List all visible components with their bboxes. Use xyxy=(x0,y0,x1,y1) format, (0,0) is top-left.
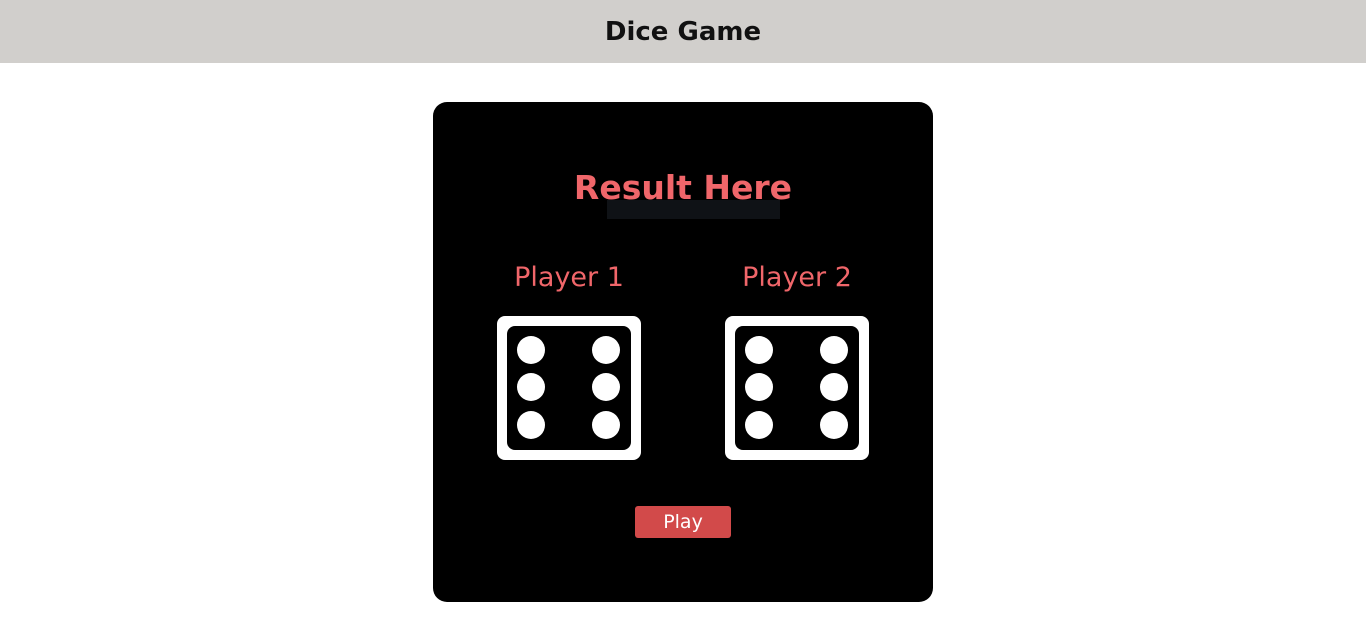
die-pip xyxy=(592,373,620,401)
play-button[interactable]: Play xyxy=(635,506,731,538)
game-card: Result Here Player 1 Player 2 Play xyxy=(433,102,933,602)
die-pip xyxy=(592,336,620,364)
result-text: Result Here xyxy=(573,168,793,207)
player-2-label: Player 2 xyxy=(742,262,852,293)
die-pip xyxy=(745,373,773,401)
die-face xyxy=(735,326,859,450)
player-1-die-icon xyxy=(497,316,641,460)
die-pip xyxy=(820,411,848,439)
page-title: Dice Game xyxy=(604,16,762,47)
die-pip xyxy=(745,411,773,439)
die-pip xyxy=(517,336,545,364)
player-2-die-icon xyxy=(725,316,869,460)
die-pip xyxy=(820,336,848,364)
die-face xyxy=(507,326,631,450)
die-pip xyxy=(517,373,545,401)
die-pip xyxy=(745,336,773,364)
player-1-label: Player 1 xyxy=(514,262,624,293)
die-pip xyxy=(517,411,545,439)
header-bar: Dice Game xyxy=(0,0,1366,63)
die-pip xyxy=(592,411,620,439)
die-pip xyxy=(820,373,848,401)
